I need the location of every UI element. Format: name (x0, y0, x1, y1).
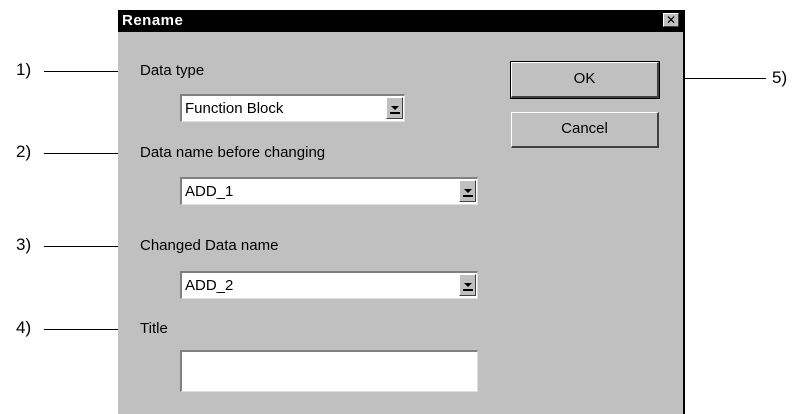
callout-5: 5) (772, 68, 788, 87)
callout-5-line (676, 78, 766, 79)
chevron-down-icon[interactable] (386, 97, 403, 119)
title-input[interactable] (180, 350, 478, 392)
changed-data-name-select[interactable]: ADD_2 (180, 271, 478, 299)
callout-3-line (44, 246, 126, 247)
callout-3: 3) (16, 235, 32, 254)
callout-1-line (44, 71, 126, 72)
data-type-value: Function Block (185, 100, 284, 117)
title-bar: Rename ✕ (118, 10, 683, 32)
data-name-before-select[interactable]: ADD_1 (180, 177, 478, 205)
rename-dialog: Rename ✕ Data type Function Block Data n… (118, 10, 685, 414)
data-type-select[interactable]: Function Block (180, 94, 405, 122)
close-icon[interactable]: ✕ (663, 13, 679, 27)
changed-data-name-value: ADD_2 (185, 277, 234, 294)
callout-2: 2) (16, 142, 32, 161)
chevron-down-icon[interactable] (459, 274, 476, 296)
ok-button[interactable]: OK (510, 61, 660, 99)
callout-4-line (44, 329, 126, 330)
callout-4: 4) (16, 318, 32, 337)
chevron-down-icon[interactable] (459, 180, 476, 202)
changed-data-name-label: Changed Data name (140, 237, 279, 254)
title-label: Title (140, 320, 168, 337)
callout-2-line (44, 153, 126, 154)
callout-1: 1) (16, 60, 32, 79)
data-name-before-value: ADD_1 (185, 183, 234, 200)
data-name-before-label: Data name before changing (140, 144, 326, 161)
dialog-title: Rename (122, 12, 184, 29)
cancel-button[interactable]: Cancel (511, 112, 659, 148)
data-type-label: Data type (140, 62, 205, 79)
